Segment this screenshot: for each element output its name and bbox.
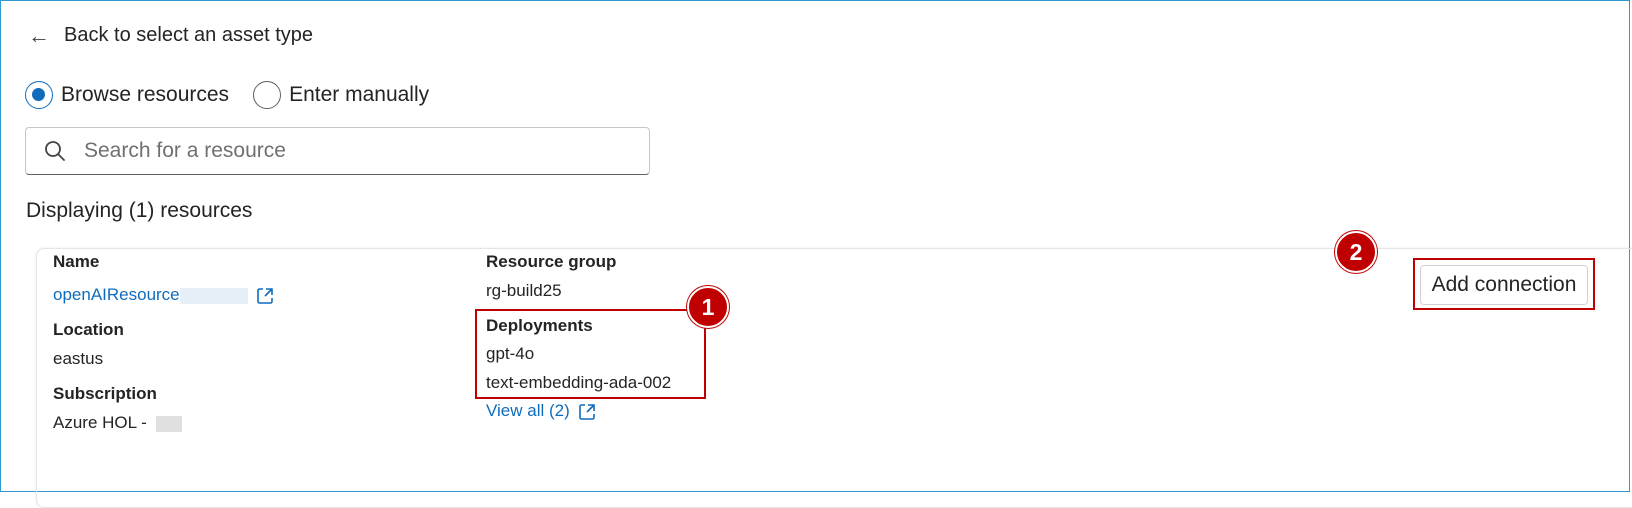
redacted-region — [155, 415, 182, 432]
results-count: Displaying (1) resources — [26, 199, 253, 222]
radio-browse-label: Browse resources — [61, 83, 230, 106]
annotation-marker-1: 1 — [687, 286, 729, 328]
open-external-icon[interactable] — [578, 403, 596, 421]
search-icon — [45, 141, 65, 161]
radio-enter-manually[interactable]: Enter manually — [253, 81, 429, 109]
resource-group-label: Resource group — [486, 252, 617, 271]
annotation-marker-2: 2 — [1335, 231, 1377, 273]
highlight-deployments — [475, 309, 706, 399]
resource-card — [36, 248, 1632, 508]
radio-manual-label: Enter manually — [289, 83, 430, 106]
back-link[interactable]: ← Back to select an asset type — [28, 24, 313, 47]
resource-name-link[interactable]: openAIResource — [53, 285, 180, 304]
location-label: Location — [53, 320, 124, 339]
resource-group-value: rg-build25 — [486, 281, 562, 300]
resource-name: openAIResource — [53, 285, 274, 305]
subscription-label: Subscription — [53, 384, 157, 403]
location-value: eastus — [53, 349, 104, 368]
search-field[interactable] — [25, 127, 650, 175]
name-label: Name — [53, 252, 100, 271]
redacted-region — [179, 287, 248, 304]
subscription-text: Azure HOL - — [53, 413, 152, 432]
view-all-deployments[interactable]: View all (2) — [486, 401, 596, 421]
arrow-left-icon: ← — [28, 22, 50, 48]
highlight-add-connection — [1413, 258, 1595, 310]
view-all-link[interactable]: View all (2) — [486, 401, 570, 420]
radio-browse-resources[interactable]: Browse resources — [25, 81, 229, 109]
open-external-icon[interactable] — [256, 287, 274, 305]
radio-button-unchecked[interactable] — [253, 81, 282, 109]
search-input[interactable] — [82, 138, 606, 164]
source-radio-group: Browse resources Enter manually — [25, 81, 453, 109]
back-link-label: Back to select an asset type — [64, 24, 314, 46]
radio-button-checked[interactable] — [25, 81, 53, 109]
subscription-value: Azure HOL - — [53, 413, 182, 433]
